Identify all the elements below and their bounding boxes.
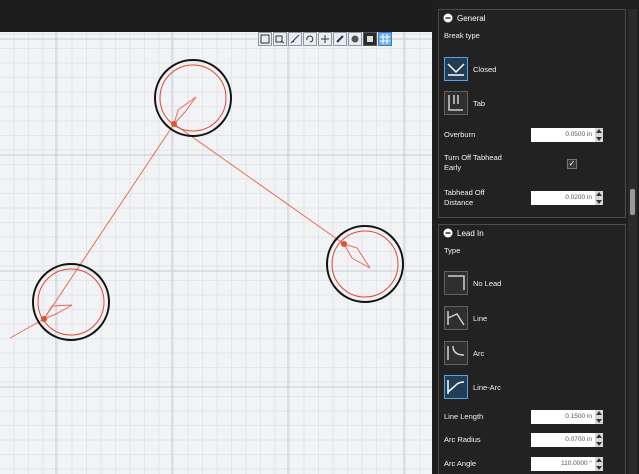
pierce-marker bbox=[341, 241, 347, 247]
tab-break-icon[interactable] bbox=[444, 91, 468, 115]
pierce-marker bbox=[41, 316, 47, 322]
turn-off-label-line1: Turn Off Tabhead bbox=[444, 153, 502, 162]
closed-break-icon[interactable] bbox=[444, 57, 468, 81]
tab-option-label[interactable]: Tab bbox=[473, 99, 485, 108]
spin-down-icon[interactable] bbox=[596, 442, 602, 446]
pierce-marker bbox=[171, 121, 177, 127]
canvas-background bbox=[0, 32, 432, 474]
line-arc-lead-icon[interactable] bbox=[444, 375, 468, 399]
turn-off-checkbox[interactable]: ✓ bbox=[567, 159, 577, 169]
properties-panel: General Break type Closed Tab Overburn 0… bbox=[432, 0, 639, 474]
spin-up-icon[interactable] bbox=[596, 434, 602, 438]
lead-in-header[interactable]: Lead In bbox=[443, 228, 484, 238]
line-arc-option-label[interactable]: Line-Arc bbox=[473, 383, 501, 392]
turn-off-label-line2: Early bbox=[444, 163, 462, 172]
rotate-view-icon[interactable] bbox=[303, 32, 317, 46]
break-type-label: Break type bbox=[444, 31, 480, 40]
overburn-value[interactable]: 0.0500 in bbox=[531, 128, 595, 142]
lead-in-title: Lead In bbox=[457, 228, 484, 238]
line-option-label[interactable]: Line bbox=[473, 314, 487, 323]
arc-angle-spinbox[interactable]: 110.0000 ° bbox=[531, 457, 603, 471]
arc-radius-spinbox[interactable]: 0.0700 in bbox=[531, 433, 603, 447]
spin-buttons[interactable] bbox=[595, 457, 603, 471]
type-label: Type bbox=[444, 246, 461, 255]
square-icon[interactable] bbox=[363, 32, 377, 46]
arc-lead-icon[interactable] bbox=[444, 341, 468, 365]
spin-buttons[interactable] bbox=[595, 191, 603, 205]
general-header[interactable]: General bbox=[443, 13, 485, 23]
canvas-drawing bbox=[0, 32, 432, 474]
spin-buttons[interactable] bbox=[595, 433, 603, 447]
tabhead-off-value[interactable]: 0.0200 in bbox=[531, 191, 595, 205]
arc-angle-value[interactable]: 110.0000 ° bbox=[531, 457, 595, 471]
checkmark-icon: ✓ bbox=[568, 159, 576, 168]
move-view-icon[interactable] bbox=[318, 32, 332, 46]
general-title: General bbox=[457, 13, 486, 23]
spin-up-icon[interactable] bbox=[596, 458, 602, 462]
arc-option-label[interactable]: Arc bbox=[473, 349, 484, 358]
spin-buttons[interactable] bbox=[595, 410, 603, 424]
view-toolbar bbox=[258, 32, 392, 46]
overburn-spinbox[interactable]: 0.0500 in bbox=[531, 128, 603, 142]
closed-option-label[interactable]: Closed bbox=[473, 65, 496, 74]
tabhead-off-spinbox[interactable]: 0.0200 in bbox=[531, 191, 603, 205]
spin-up-icon[interactable] bbox=[596, 411, 602, 415]
lead-in-section: Lead In Type No Lead Line Arc Line-Arc L… bbox=[438, 224, 626, 474]
line-length-value[interactable]: 0.1500 in bbox=[531, 410, 595, 424]
overburn-label: Overburn bbox=[444, 130, 476, 139]
line-length-spinbox[interactable]: 0.1500 in bbox=[531, 410, 603, 424]
cad-canvas[interactable] bbox=[0, 0, 432, 474]
spin-up-icon[interactable] bbox=[596, 129, 602, 133]
arc-radius-label: Arc Radius bbox=[444, 435, 481, 444]
arc-angle-label: Arc Angle bbox=[444, 459, 477, 468]
scroll-thumb[interactable] bbox=[630, 189, 635, 215]
grid-icon[interactable] bbox=[378, 32, 392, 46]
line-lead-icon[interactable] bbox=[444, 306, 468, 330]
draw-icon[interactable] bbox=[333, 32, 347, 46]
spin-down-icon[interactable] bbox=[596, 466, 602, 470]
spin-buttons[interactable] bbox=[595, 128, 603, 142]
panel-scrollbar[interactable] bbox=[628, 9, 637, 474]
collapse-icon[interactable] bbox=[443, 228, 453, 238]
zoom-fit-icon[interactable] bbox=[258, 32, 272, 46]
line-length-label: Line Length bbox=[444, 412, 484, 421]
spin-up-icon[interactable] bbox=[596, 192, 602, 196]
tabhead-off-label-line2: Distance bbox=[444, 198, 474, 207]
spin-down-icon[interactable] bbox=[596, 137, 602, 141]
spin-down-icon[interactable] bbox=[596, 419, 602, 423]
arc-radius-value[interactable]: 0.0700 in bbox=[531, 433, 595, 447]
general-section: General Break type Closed Tab Overburn 0… bbox=[438, 9, 626, 218]
zoom-window-icon[interactable] bbox=[273, 32, 287, 46]
spin-down-icon[interactable] bbox=[596, 200, 602, 204]
measure-icon[interactable] bbox=[288, 32, 302, 46]
no-lead-icon[interactable] bbox=[444, 271, 468, 295]
no-lead-option-label[interactable]: No Lead bbox=[473, 279, 501, 288]
shade-icon[interactable] bbox=[348, 32, 362, 46]
collapse-icon[interactable] bbox=[443, 13, 453, 23]
tabhead-off-label-line1: Tabhead Off bbox=[444, 188, 485, 197]
